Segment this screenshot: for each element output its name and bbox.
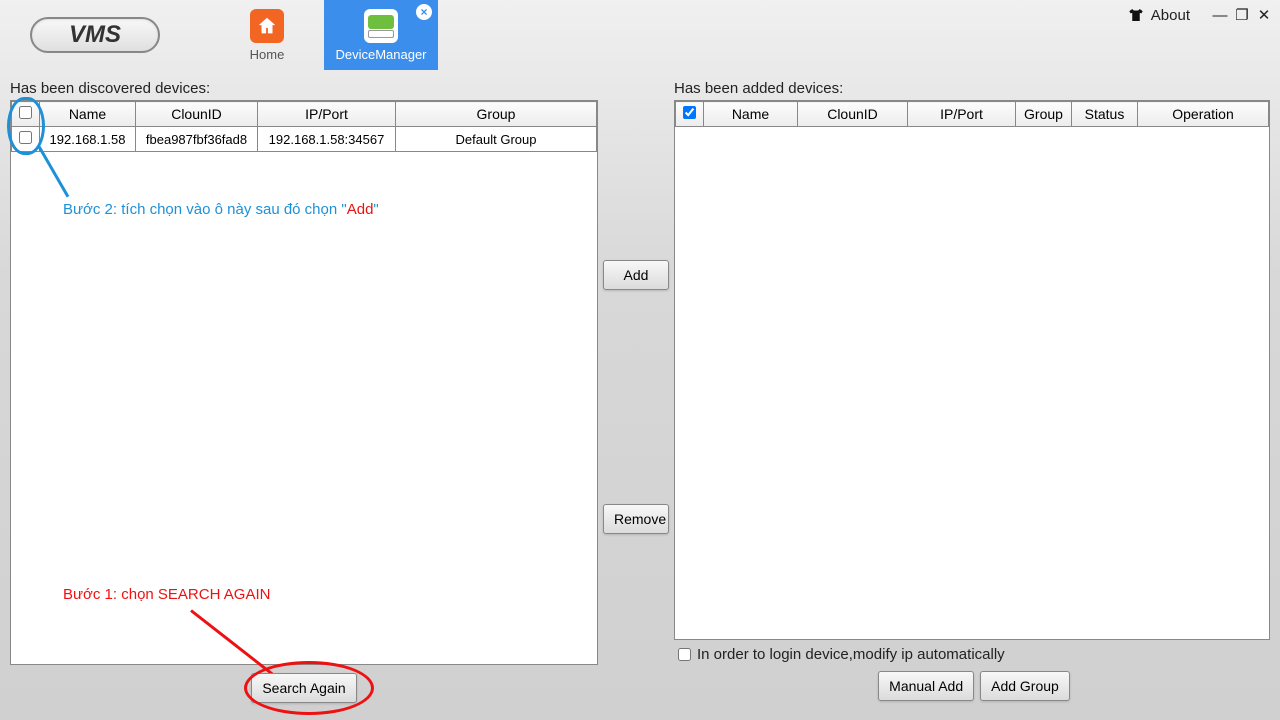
anno-step2-post: " xyxy=(373,201,378,218)
added-table: Name ClounID IP/Port Group Status Operat… xyxy=(675,101,1269,127)
tab-strip: Home × DeviceManager xyxy=(210,0,438,70)
close-icon[interactable]: × xyxy=(416,4,432,20)
maximize-button[interactable]: ❐ xyxy=(1232,6,1252,24)
added-footer: In order to login device,modify ip autom… xyxy=(674,646,1270,701)
discovered-header-checkbox[interactable] xyxy=(12,102,40,127)
discovered-table: Name ClounID IP/Port Group 192.168.1.58 … xyxy=(11,101,597,152)
row-checkbox[interactable] xyxy=(19,131,32,144)
added-select-all-checkbox[interactable] xyxy=(683,106,696,119)
discovered-footer: Search Again xyxy=(10,673,598,703)
annotation-step1-oval xyxy=(244,661,374,715)
col-status[interactable]: Status xyxy=(1072,102,1138,127)
cell-ipport: 192.168.1.58:34567 xyxy=(258,127,396,152)
tab-device-manager[interactable]: × DeviceManager xyxy=(324,0,438,70)
discovered-panel: Has been discovered devices: Name ClounI… xyxy=(10,80,598,712)
col-ipport[interactable]: IP/Port xyxy=(908,102,1016,127)
tab-home[interactable]: Home xyxy=(210,0,324,70)
tab-dm-label: DeviceManager xyxy=(335,47,426,62)
cell-clounid: fbea987fbf36fad8 xyxy=(136,127,258,152)
col-group[interactable]: Group xyxy=(1016,102,1072,127)
cell-group: Default Group xyxy=(396,127,597,152)
discovered-table-box: Name ClounID IP/Port Group 192.168.1.58 … xyxy=(10,100,598,665)
add-group-button[interactable]: Add Group xyxy=(980,671,1070,701)
added-panel: Has been added devices: Name ClounID IP/… xyxy=(674,80,1270,712)
tab-home-label: Home xyxy=(250,47,285,62)
auto-modify-label: In order to login device,modify ip autom… xyxy=(697,646,1005,663)
added-title: Has been added devices: xyxy=(674,80,1270,98)
col-ipport[interactable]: IP/Port xyxy=(258,102,396,127)
added-header-checkbox[interactable] xyxy=(676,102,704,127)
cell-name: 192.168.1.58 xyxy=(40,127,136,152)
auto-modify-checkbox[interactable] xyxy=(678,648,691,661)
col-operation[interactable]: Operation xyxy=(1138,102,1269,127)
close-button[interactable]: ✕ xyxy=(1254,6,1274,24)
about-button[interactable]: About xyxy=(1127,6,1190,24)
manual-add-button[interactable]: Manual Add xyxy=(878,671,974,701)
device-manager-icon xyxy=(364,9,398,43)
topbar: VMS Home × DeviceManager About — ❐ ✕ xyxy=(0,0,1280,70)
anno-step2-add: Add xyxy=(347,201,374,218)
added-table-box: Name ClounID IP/Port Group Status Operat… xyxy=(674,100,1270,640)
main-area: Has been discovered devices: Name ClounI… xyxy=(10,80,1270,712)
app-logo: VMS xyxy=(30,17,160,53)
col-name[interactable]: Name xyxy=(40,102,136,127)
tshirt-icon xyxy=(1127,6,1145,24)
auto-modify-row[interactable]: In order to login device,modify ip autom… xyxy=(678,646,1270,663)
discovered-title: Has been discovered devices: xyxy=(10,80,598,98)
window-controls: About — ❐ ✕ xyxy=(1127,6,1274,24)
app-logo-text: VMS xyxy=(69,21,121,49)
annotation-step2-text: Bước 2: tích chọn vào ô này sau đó chọn … xyxy=(63,201,379,218)
transfer-buttons: Add Remove xyxy=(598,80,674,712)
anno-step2-pre: Bước 2: tích chọn vào ô này sau đó chọn … xyxy=(63,201,347,218)
annotation-step2-leader xyxy=(38,146,70,198)
select-all-checkbox[interactable] xyxy=(19,106,32,119)
col-clounid[interactable]: ClounID xyxy=(136,102,258,127)
remove-button[interactable]: Remove xyxy=(603,504,669,534)
annotation-step1-text: Bước 1: chọn SEARCH AGAIN xyxy=(63,586,270,603)
col-group[interactable]: Group xyxy=(396,102,597,127)
home-icon xyxy=(250,9,284,43)
col-name[interactable]: Name xyxy=(704,102,798,127)
add-button[interactable]: Add xyxy=(603,260,669,290)
col-clounid[interactable]: ClounID xyxy=(798,102,908,127)
minimize-button[interactable]: — xyxy=(1210,6,1230,24)
table-row[interactable]: 192.168.1.58 fbea987fbf36fad8 192.168.1.… xyxy=(12,127,597,152)
about-label: About xyxy=(1151,7,1190,24)
